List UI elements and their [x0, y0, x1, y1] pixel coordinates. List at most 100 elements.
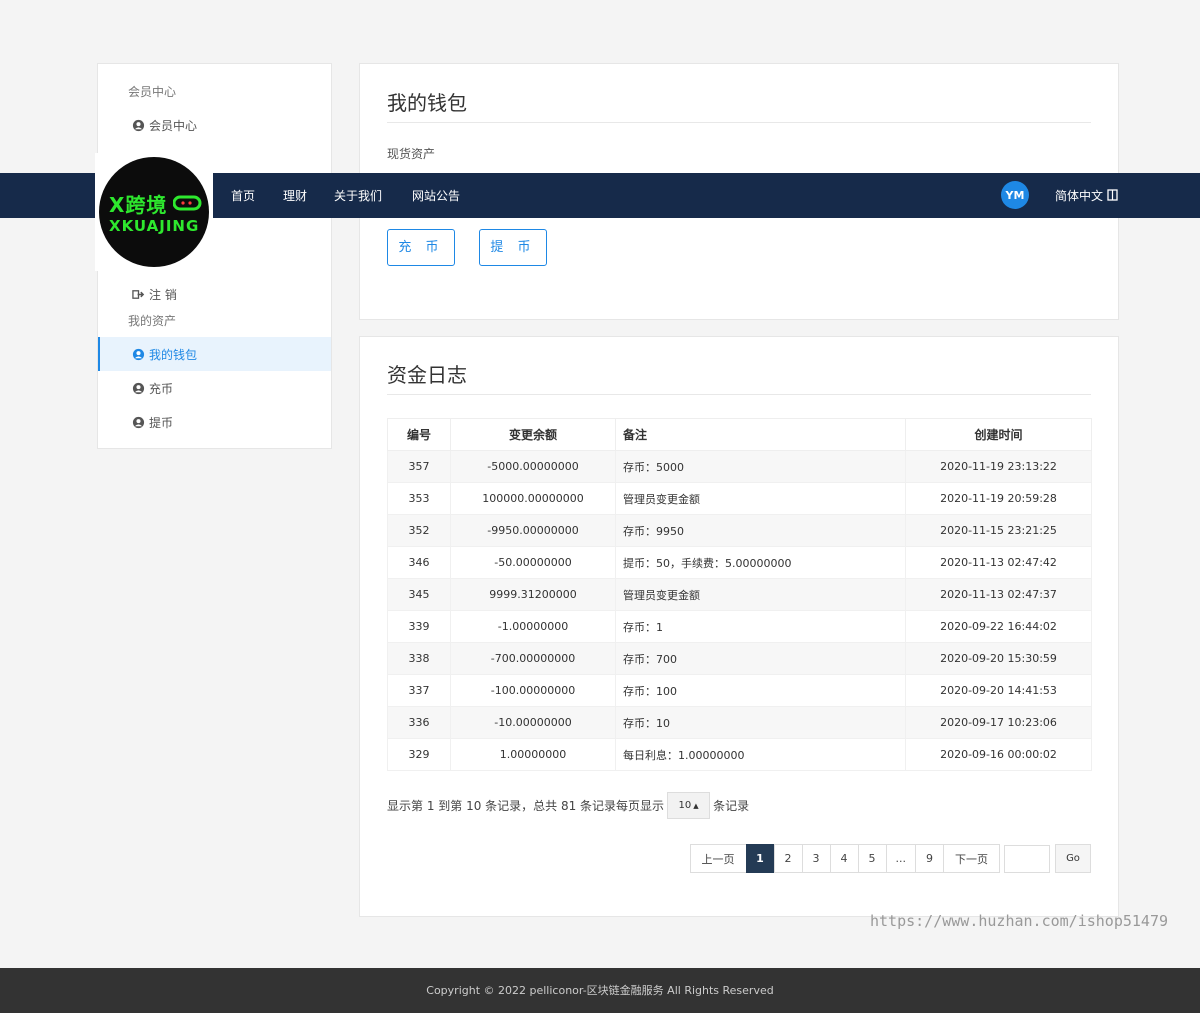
user-circle-icon: [132, 382, 145, 394]
cell-created: 2020-09-16 00:00:02: [905, 738, 1092, 771]
cell-id: 345: [387, 578, 451, 611]
nav-finance[interactable]: 理财: [283, 187, 307, 204]
sidebar-item-wallet[interactable]: 我的钱包: [98, 337, 331, 371]
column-header-created[interactable]: 创建时间: [905, 418, 1092, 451]
page-button[interactable]: 9: [915, 844, 944, 873]
user-circle-icon: [132, 416, 145, 428]
cell-remark: 提币：50，手续费：5.00000000: [615, 546, 906, 579]
pagination: 上一页 1 2 3 4 5... 9 下一页 Go: [689, 844, 1091, 873]
site-logo[interactable]: X跨境 XKUAJING: [95, 153, 213, 271]
cell-change: -5000.00000000: [450, 450, 616, 483]
footer: Copyright © 2022 pelliconor-区块链金融服务 All …: [0, 968, 1200, 1013]
cell-remark: 存币：100: [615, 674, 906, 707]
summary-suffix: 条记录: [713, 799, 750, 813]
page-button[interactable]: 1: [745, 844, 775, 873]
language-switcher[interactable]: 简体中文: [1055, 187, 1118, 204]
cell-created: 2020-11-13 02:47:37: [905, 578, 1092, 611]
cell-created: 2020-09-20 15:30:59: [905, 642, 1092, 675]
page-size-value: 10: [678, 800, 692, 811]
page-button[interactable]: 4: [829, 844, 859, 873]
cell-remark: 管理员变更金额: [615, 578, 906, 611]
table-row: 339 -1.00000000 存币：1 2020-09-22 16:44:02: [387, 610, 1092, 643]
cell-id: 353: [387, 482, 451, 515]
table-header-row: 编号 变更余额 备注 创建时间: [387, 418, 1092, 451]
page-button[interactable]: 3: [801, 844, 831, 873]
recharge-button[interactable]: 充 币: [387, 229, 455, 266]
sidebar-item-label: 充币: [149, 381, 174, 396]
copyright-text: Copyright © 2022 pelliconor-区块链金融服务 All …: [426, 984, 774, 997]
column-header-remark[interactable]: 备注: [615, 418, 906, 451]
cell-change: -10.00000000: [450, 706, 616, 739]
page-button[interactable]: 2: [773, 844, 803, 873]
summary-prefix: 显示第 1 到第 10 条记录，总共 81 条记录每页显示: [387, 799, 665, 813]
sidebar-item-logout[interactable]: 注 销: [98, 277, 331, 311]
cell-change: -1.00000000: [450, 610, 616, 643]
page-size-select[interactable]: 10 ▲: [667, 792, 711, 819]
nav-announcements[interactable]: 网站公告: [412, 187, 460, 204]
cell-remark: 存币：5000: [615, 450, 906, 483]
page-jump-input[interactable]: [1004, 844, 1050, 873]
cell-id: 339: [387, 610, 451, 643]
table-row: 338 -700.00000000 存币：700 2020-09-20 15:30:5…: [387, 642, 1092, 675]
table-row: 329 1.00000000 每日利息：1.00000000 2020-09-16 0…: [387, 738, 1092, 771]
cell-id: 352: [387, 514, 451, 547]
table-row: 336 -10.00000000 存币：10 2020-09-17 10:23:06: [387, 706, 1092, 739]
sidebar-item-member-center[interactable]: 会员中心: [98, 108, 331, 142]
sidebar-item-label: 注 销: [149, 287, 177, 302]
cell-created: 2020-11-13 02:47:42: [905, 546, 1092, 579]
logo-text-en: XKUAJING: [109, 217, 200, 235]
cell-change: 100000.00000000: [450, 482, 616, 515]
go-button[interactable]: Go: [1055, 844, 1091, 873]
cell-created: 2020-11-19 20:59:28: [905, 482, 1092, 515]
watermark: https://www.huzhan.com/ishop51479: [870, 912, 1169, 930]
sidebar-group-member: 会员中心: [128, 85, 177, 99]
cell-id: 346: [387, 546, 451, 579]
cell-id: 336: [387, 706, 451, 739]
cell-remark: 存币：9950: [615, 514, 906, 547]
table-row: 352 -9950.00000000 存币：9950 2020-11-15 23:21…: [387, 514, 1092, 547]
fund-log-title: 资金日志: [387, 363, 467, 387]
table-row: 345 9999.31200000 管理员变更金额 2020-11-13 02:47:…: [387, 578, 1092, 611]
column-header-id[interactable]: 编号: [387, 418, 451, 451]
book-icon: [1107, 189, 1118, 201]
cell-created: 2020-09-17 10:23:06: [905, 706, 1092, 739]
user-circle-icon: [132, 119, 145, 131]
cell-id: 338: [387, 642, 451, 675]
prev-page-button[interactable]: 上一页: [689, 844, 747, 873]
cell-created: 2020-11-15 23:21:25: [905, 514, 1092, 547]
cell-change: 9999.31200000: [450, 578, 616, 611]
sign-out-icon: [132, 289, 145, 299]
table-row: 357 -5000.00000000 存币：5000 2020-11-19 23:13…: [387, 450, 1092, 483]
nav-about[interactable]: 关于我们: [334, 187, 382, 204]
column-header-change[interactable]: 变更余额: [450, 418, 616, 451]
cell-change: -100.00000000: [450, 674, 616, 707]
cell-remark: 管理员变更金额: [615, 482, 906, 515]
page-ellipsis: ...: [885, 844, 916, 873]
cell-change: 1.00000000: [450, 738, 616, 771]
nav-home[interactable]: 首页: [231, 187, 255, 204]
sidebar-item-label: 我的钱包: [149, 347, 198, 362]
wallet-title: 我的钱包: [387, 91, 467, 115]
sidebar-item-recharge[interactable]: 充币: [98, 371, 331, 405]
cell-change: -9950.00000000: [450, 514, 616, 547]
table-row: 346 -50.00000000 提币：50，手续费：5.00000000 2020-…: [387, 546, 1092, 579]
asset-label: 现货资产: [387, 147, 436, 161]
sidebar-item-withdraw[interactable]: 提币: [98, 405, 331, 439]
user-circle-icon: [132, 348, 145, 360]
cell-change: -700.00000000: [450, 642, 616, 675]
table-summary: 显示第 1 到第 10 条记录，总共 81 条记录每页显示 10 ▲ 条记录: [387, 792, 749, 819]
withdraw-button[interactable]: 提 币: [479, 229, 547, 266]
controller-icon: [173, 195, 202, 211]
language-globe-icon[interactable]: YM: [1001, 181, 1029, 209]
cell-id: 337: [387, 674, 451, 707]
next-page-button[interactable]: 下一页: [943, 844, 1000, 873]
table-row: 337 -100.00000000 存币：100 2020-09-20 14:41:5…: [387, 674, 1092, 707]
divider: [387, 122, 1091, 123]
cell-id: 357: [387, 450, 451, 483]
logo-badge: X跨境 XKUAJING: [99, 157, 209, 267]
cell-remark: 存币：1: [615, 610, 906, 643]
page-button[interactable]: 5: [857, 844, 887, 873]
caret-up-icon: ▲: [693, 801, 699, 810]
cell-change: -50.00000000: [450, 546, 616, 579]
table-row: 353 100000.00000000 管理员变更金额 2020-11-19 20:5…: [387, 482, 1092, 515]
